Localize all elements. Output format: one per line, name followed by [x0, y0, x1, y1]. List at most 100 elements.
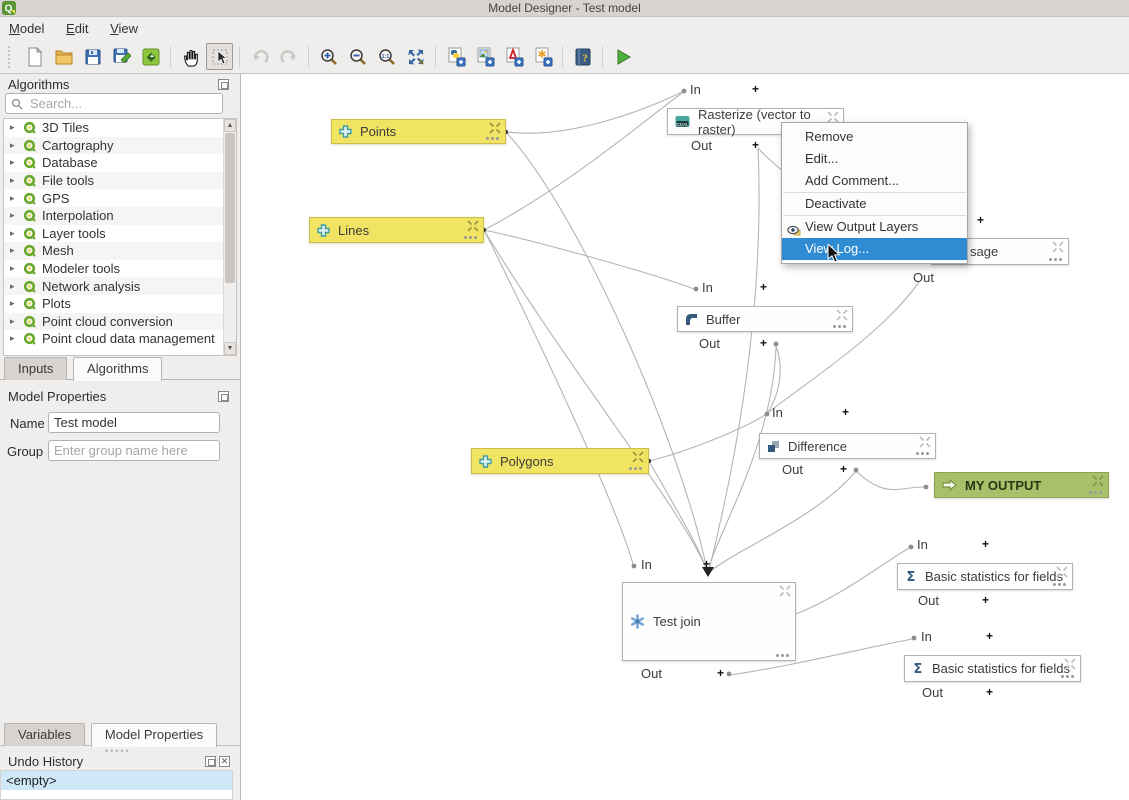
collapse-icon[interactable] — [467, 220, 479, 232]
comment-dots-icon[interactable] — [629, 467, 642, 470]
scroll-up-icon[interactable]: ▲ — [224, 119, 236, 132]
save-model-as-icon[interactable] — [108, 43, 135, 70]
comment-dots-icon[interactable] — [464, 236, 477, 239]
tab-variables[interactable]: Variables — [4, 723, 85, 746]
collapse-icon[interactable] — [779, 585, 791, 597]
algorithm-category-point-cloud-data-management[interactable]: ▸Point cloud data management — [4, 330, 236, 348]
collapse-icon[interactable] — [1064, 658, 1076, 670]
float-panel-icon[interactable] — [218, 391, 229, 402]
model-name-field[interactable] — [48, 412, 220, 433]
expand-arrow-icon[interactable]: ▸ — [10, 281, 23, 292]
algorithm-category-cartography[interactable]: ▸Cartography — [4, 137, 236, 155]
comment-dots-icon[interactable] — [916, 452, 929, 455]
expand-arrow-icon[interactable]: ▸ — [10, 210, 23, 221]
expand-arrow-icon[interactable]: ▸ — [10, 140, 23, 151]
expand-links-button[interactable]: + — [986, 629, 993, 643]
expand-links-button[interactable]: + — [717, 666, 724, 680]
algorithm-search[interactable] — [5, 93, 223, 114]
menu-item-view-log[interactable]: View Log... — [782, 238, 967, 260]
collapse-icon[interactable] — [919, 436, 931, 448]
menu-item-add-comment[interactable]: Add Comment... — [782, 170, 967, 192]
node-input-points[interactable]: Points — [331, 119, 506, 144]
zoom-in-icon[interactable] — [315, 43, 342, 70]
search-input[interactable] — [28, 95, 217, 112]
expand-links-button[interactable]: + — [982, 537, 989, 551]
expand-links-button[interactable]: + — [752, 82, 759, 96]
algorithm-category-modeler-tools[interactable]: ▸Modeler tools — [4, 260, 236, 278]
export-as-python-icon[interactable] — [442, 43, 469, 70]
expand-links-button[interactable]: + — [982, 593, 989, 607]
node-test-join[interactable]: Test join — [622, 582, 796, 661]
expand-arrow-icon[interactable]: ▸ — [10, 333, 23, 344]
node-basic-statistics-bottom[interactable]: Σ Basic statistics for fields — [904, 655, 1081, 682]
help-icon[interactable]: ? — [569, 43, 596, 70]
expand-arrow-icon[interactable]: ▸ — [10, 122, 23, 133]
float-panel-icon[interactable] — [205, 756, 216, 767]
new-model-icon[interactable] — [21, 43, 48, 70]
expand-links-button[interactable]: + — [760, 336, 767, 350]
close-panel-icon[interactable]: ✕ — [219, 756, 230, 767]
zoom-actual-icon[interactable]: 1:1 — [373, 43, 400, 70]
menu-model[interactable]: Model — [0, 18, 53, 39]
node-buffer[interactable]: Buffer — [677, 306, 853, 332]
zoom-out-icon[interactable] — [344, 43, 371, 70]
menu-edit[interactable]: Edit — [57, 18, 97, 39]
undo-icon[interactable] — [246, 43, 273, 70]
collapse-icon[interactable] — [632, 451, 644, 463]
algorithm-list-scrollbar[interactable]: ▲ ▼ — [223, 119, 236, 355]
expand-arrow-icon[interactable]: ▸ — [10, 157, 23, 168]
comment-dots-icon[interactable] — [1089, 491, 1102, 494]
undo-history-row[interactable]: <empty> — [1, 771, 232, 790]
float-panel-icon[interactable] — [218, 79, 229, 90]
collapse-icon[interactable] — [1056, 566, 1068, 578]
expand-links-button[interactable]: + — [986, 685, 993, 699]
menu-item-remove[interactable]: Remove — [782, 126, 967, 148]
tab-inputs[interactable]: Inputs — [4, 357, 67, 380]
collapse-icon[interactable] — [836, 309, 848, 321]
pan-tool-icon[interactable] — [177, 43, 204, 70]
splitter-handle[interactable]: ••••• — [105, 746, 131, 756]
node-input-lines[interactable]: Lines — [309, 217, 484, 243]
menu-item-edit[interactable]: Edit... — [782, 148, 967, 170]
menu-view[interactable]: View — [101, 18, 147, 39]
save-model-in-project-icon[interactable] — [137, 43, 164, 70]
scroll-down-icon[interactable]: ▼ — [224, 342, 236, 355]
algorithm-category-file-tools[interactable]: ▸File tools — [4, 172, 236, 190]
expand-arrow-icon[interactable]: ▸ — [10, 263, 23, 274]
algorithm-category-point-cloud-conversion[interactable]: ▸Point cloud conversion — [4, 313, 236, 331]
comment-dots-icon[interactable] — [833, 325, 846, 328]
algorithm-category-3d-tiles[interactable]: ▸3D Tiles — [4, 119, 236, 137]
scrollbar-thumb[interactable] — [225, 133, 235, 283]
tab-algorithms[interactable]: Algorithms — [73, 357, 162, 381]
expand-links-button[interactable]: + — [842, 405, 849, 419]
expand-links-button[interactable]: + — [977, 213, 984, 227]
open-model-icon[interactable] — [50, 43, 77, 70]
expand-links-button[interactable]: + — [752, 138, 759, 152]
algorithm-category-layer-tools[interactable]: ▸Layer tools — [4, 225, 236, 243]
export-as-svg-icon[interactable] — [529, 43, 556, 70]
redo-icon[interactable] — [275, 43, 302, 70]
select-tool-icon[interactable] — [206, 43, 233, 70]
algorithm-category-network-analysis[interactable]: ▸Network analysis — [4, 277, 236, 295]
comment-dots-icon[interactable] — [1049, 258, 1062, 261]
tab-model-properties[interactable]: Model Properties — [91, 723, 217, 747]
algorithm-category-mesh[interactable]: ▸Mesh — [4, 242, 236, 260]
expand-links-button[interactable]: + — [703, 557, 710, 571]
menu-item-deactivate[interactable]: Deactivate — [782, 193, 967, 215]
node-basic-statistics-top[interactable]: Σ Basic statistics for fields — [897, 563, 1073, 590]
export-as-pdf-icon[interactable] — [500, 43, 527, 70]
zoom-full-icon[interactable] — [402, 43, 429, 70]
collapse-icon[interactable] — [489, 122, 501, 134]
expand-arrow-icon[interactable]: ▸ — [10, 245, 23, 256]
export-as-image-icon[interactable] — [471, 43, 498, 70]
model-group-field[interactable] — [48, 440, 220, 461]
expand-arrow-icon[interactable]: ▸ — [10, 175, 23, 186]
algorithm-category-plots[interactable]: ▸Plots — [4, 295, 236, 313]
comment-dots-icon[interactable] — [1053, 583, 1066, 586]
collapse-icon[interactable] — [1092, 475, 1104, 487]
expand-arrow-icon[interactable]: ▸ — [10, 298, 23, 309]
collapse-icon[interactable] — [1052, 241, 1064, 253]
node-input-polygons[interactable]: Polygons — [471, 448, 649, 474]
expand-arrow-icon[interactable]: ▸ — [10, 228, 23, 239]
comment-dots-icon[interactable] — [486, 137, 499, 140]
